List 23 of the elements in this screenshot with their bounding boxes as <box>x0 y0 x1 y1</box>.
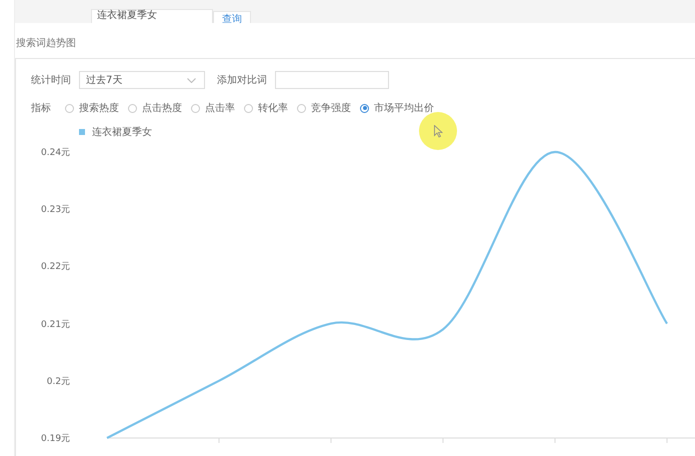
compare-label: 添加对比词 <box>217 74 267 87</box>
period-select[interactable]: 过去7天 <box>79 71 205 89</box>
metric-radio[interactable]: 点击热度 <box>128 101 182 115</box>
metric-label: 指标 <box>31 102 51 115</box>
metric-radio[interactable]: 搜索热度 <box>65 101 119 115</box>
metric-radio[interactable]: 市场平均出价 <box>360 101 434 115</box>
y-tick-label: 0.24元 <box>41 147 70 159</box>
section-title: 搜索词趋势图 <box>15 36 77 51</box>
y-tick-label: 0.19元 <box>41 433 70 445</box>
metric-radio[interactable]: 点击率 <box>191 101 235 115</box>
query-button[interactable]: 查询 <box>213 11 251 23</box>
metric-radio[interactable]: 竞争强度 <box>297 101 351 115</box>
pointer-icon <box>434 124 442 138</box>
y-tick-label: 0.2元 <box>46 376 70 388</box>
period-label: 统计时间 <box>31 74 71 87</box>
keyword-field[interactable]: 连衣裙夏季女 <box>91 9 213 23</box>
y-tick-label: 0.22元 <box>41 261 70 274</box>
y-tick-label: 0.23元 <box>41 204 70 216</box>
y-tick-label: 0.21元 <box>41 318 70 331</box>
caret-icon <box>187 78 196 82</box>
metric-radio[interactable]: 转化率 <box>244 101 288 115</box>
compare-field[interactable] <box>275 71 389 89</box>
legend-item[interactable]: 连衣裙夏季女 <box>79 125 152 139</box>
